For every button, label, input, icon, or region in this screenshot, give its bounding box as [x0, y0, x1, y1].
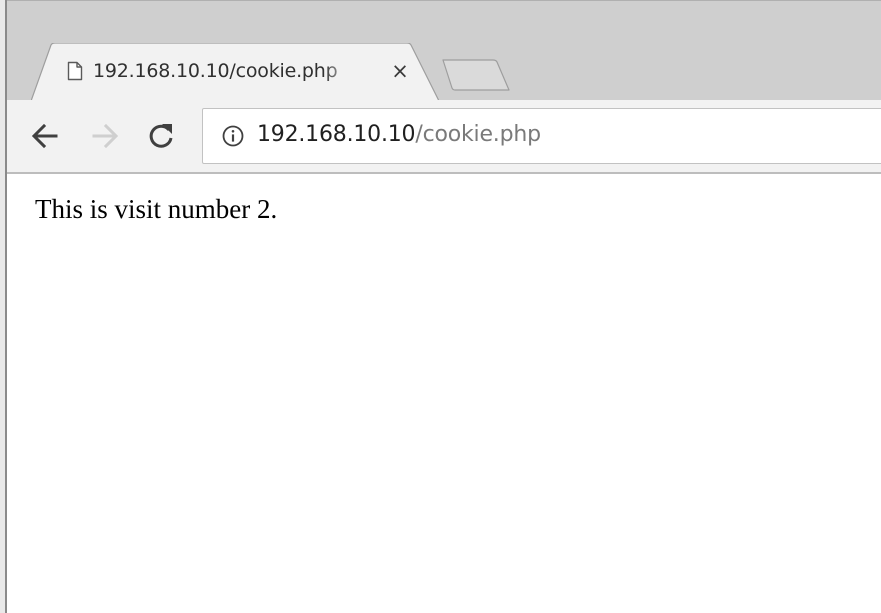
- forward-arrow-icon: [92, 123, 119, 149]
- visit-count-text: This is visit number 2.: [35, 194, 278, 224]
- back-button[interactable]: [29, 119, 61, 153]
- page-icon: [67, 61, 83, 81]
- window-left-border: [0, 0, 7, 613]
- browser-window: 192.168.10.10/cookie.php × 192.168.10.10…: [7, 0, 881, 613]
- forward-button[interactable]: [89, 119, 121, 153]
- page-content: This is visit number 2.: [7, 174, 881, 613]
- tab-title: 192.168.10.10/cookie.php: [93, 60, 338, 82]
- tab-strip: 192.168.10.10/cookie.php ×: [7, 0, 881, 103]
- address-bar[interactable]: 192.168.10.10/cookie.php: [202, 108, 881, 164]
- url-text: 192.168.10.10/cookie.php: [257, 122, 541, 147]
- new-tab-button[interactable]: [441, 58, 511, 92]
- back-arrow-icon: [31, 123, 58, 149]
- info-icon[interactable]: [222, 125, 244, 147]
- reload-button[interactable]: [145, 119, 177, 153]
- reload-icon: [149, 124, 173, 148]
- tab-close-button[interactable]: ×: [389, 60, 411, 82]
- new-tab-icon: [442, 59, 510, 91]
- url-host: 192.168.10.10: [257, 122, 416, 147]
- url-path: /cookie.php: [415, 122, 541, 147]
- tab-active[interactable]: 192.168.10.10/cookie.php ×: [31, 43, 449, 103]
